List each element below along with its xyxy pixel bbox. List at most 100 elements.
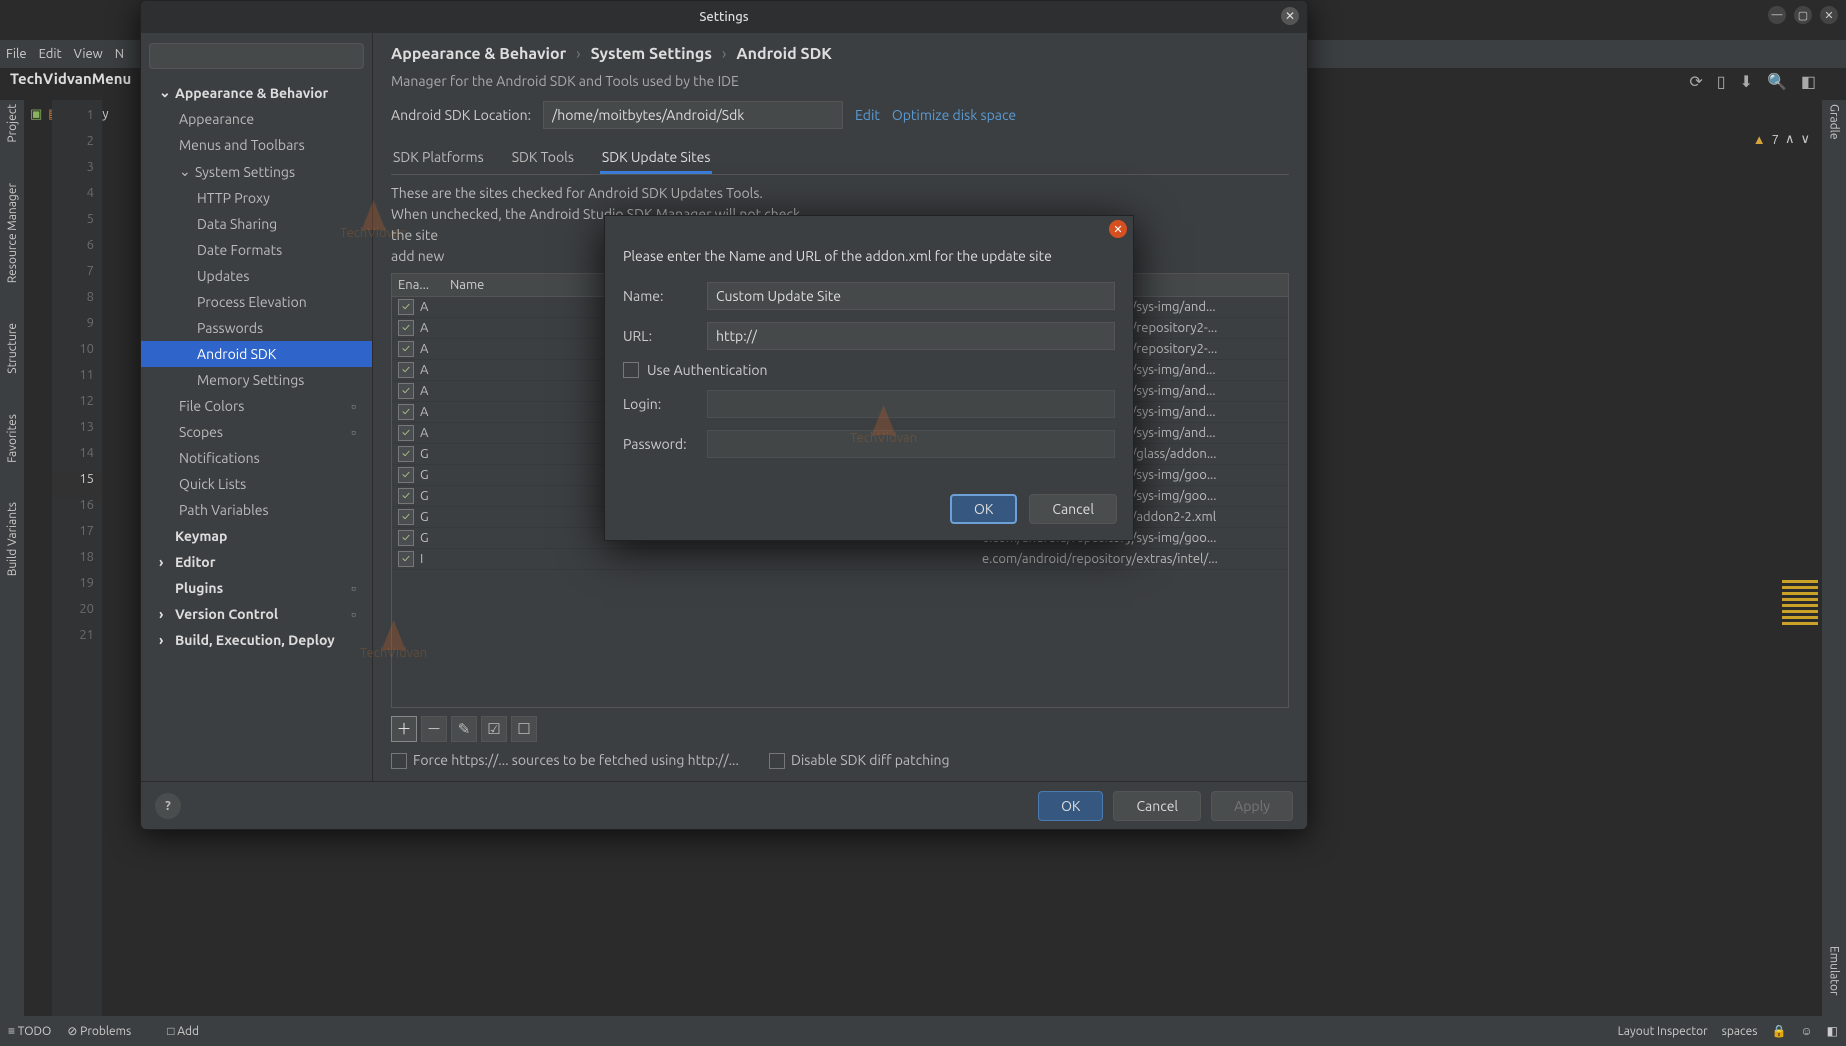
row-checkbox[interactable]: ✓ (398, 467, 414, 483)
menu-more[interactable]: N (115, 47, 124, 61)
tree-appearance-behavior[interactable]: ⌄Appearance & Behavior (141, 79, 372, 106)
chevron-up-icon[interactable]: ∧ (1785, 132, 1795, 147)
chevron-down-icon[interactable]: ∨ (1800, 132, 1810, 147)
tool-structure[interactable]: Structure (6, 323, 19, 374)
row-checkbox[interactable]: ✓ (398, 362, 414, 378)
maximize-button[interactable]: ▢ (1794, 6, 1812, 24)
tree-keymap[interactable]: Keymap (141, 523, 372, 549)
tool-favorites[interactable]: Favorites (6, 414, 19, 463)
crumb-0[interactable]: Appearance & Behavior (391, 45, 566, 63)
bell-icon[interactable]: ◧ (1827, 1024, 1838, 1038)
minimize-button[interactable]: — (1768, 6, 1786, 24)
tree-menus-toolbars[interactable]: Menus and Toolbars (141, 132, 372, 158)
tree-file-colors[interactable]: File Colors▫ (141, 393, 372, 419)
settings-tree: 🔍 ⌄Appearance & Behavior Appearance Menu… (141, 33, 373, 781)
password-input[interactable] (707, 430, 1115, 458)
tree-system-settings[interactable]: ⌄System Settings (141, 158, 372, 185)
login-label: Login: (623, 396, 697, 412)
apply-button[interactable]: Apply (1211, 791, 1293, 821)
tool-build-variants[interactable]: Build Variants (6, 502, 19, 576)
download-icon[interactable]: ⬇ (1740, 72, 1753, 91)
status-todo[interactable]: ≡ TODO (8, 1024, 51, 1038)
add-site-button[interactable]: ＋ (391, 716, 417, 742)
edit-link[interactable]: Edit (855, 107, 880, 123)
remove-site-button[interactable]: － (421, 716, 447, 742)
tree-build[interactable]: ›Build, Execution, Deploy (141, 627, 372, 653)
row-checkbox[interactable]: ✓ (398, 551, 414, 567)
row-checkbox[interactable]: ✓ (398, 530, 414, 546)
row-checkbox[interactable]: ✓ (398, 404, 414, 420)
menu-view[interactable]: View (74, 47, 103, 61)
project-scope-icon: ▫ (351, 424, 356, 440)
row-checkbox[interactable]: ✓ (398, 320, 414, 336)
row-checkbox[interactable]: ✓ (398, 488, 414, 504)
table-toolbar: ＋ － ✎ ☑ ☐ (391, 708, 1289, 742)
row-checkbox[interactable]: ✓ (398, 509, 414, 525)
tab-sdk-tools[interactable]: SDK Tools (510, 143, 576, 174)
cancel-button[interactable]: Cancel (1113, 791, 1201, 821)
device-icon[interactable]: ▯ (1717, 72, 1726, 91)
close-button[interactable]: ✕ (1820, 6, 1838, 24)
row-checkbox[interactable]: ✓ (398, 446, 414, 462)
tree-updates[interactable]: Updates (141, 263, 372, 289)
modal-ok-button[interactable]: OK (950, 494, 1017, 524)
table-row[interactable]: ✓Ie.com/android/repository/extras/intel/… (392, 549, 1288, 570)
name-input[interactable] (707, 282, 1115, 310)
palette-icon[interactable]: ◧ (1801, 72, 1816, 91)
tree-data-sharing[interactable]: Data Sharing (141, 211, 372, 237)
status-layout-inspector[interactable]: Layout Inspector (1618, 1025, 1708, 1038)
status-spaces[interactable]: spaces (1722, 1025, 1758, 1038)
editor-gutter: 123456789101112131415161718192021 (52, 100, 102, 1016)
menu-file[interactable]: File (6, 47, 27, 61)
sdk-location-input[interactable] (543, 101, 843, 129)
tool-resource-manager[interactable]: Resource Manager (6, 183, 19, 283)
tree-http-proxy[interactable]: HTTP Proxy (141, 185, 372, 211)
warning-indicator[interactable]: ▲ 7 ∧ ∨ (1753, 132, 1810, 147)
modal-close-button[interactable]: ✕ (1109, 220, 1127, 238)
tree-path-vars[interactable]: Path Variables (141, 497, 372, 523)
tree-notifications[interactable]: Notifications (141, 445, 372, 471)
row-checkbox[interactable]: ✓ (398, 383, 414, 399)
tab-sdk-platforms[interactable]: SDK Platforms (391, 143, 486, 174)
tool-gradle[interactable]: Gradle (1828, 104, 1841, 139)
select-all-button[interactable]: ☑ (481, 716, 507, 742)
help-button[interactable]: ? (155, 793, 181, 819)
tree-passwords[interactable]: Passwords (141, 315, 372, 341)
tree-date-formats[interactable]: Date Formats (141, 237, 372, 263)
lock-icon[interactable]: 🔒 (1771, 1024, 1786, 1038)
ok-button[interactable]: OK (1038, 791, 1103, 821)
th-enabled[interactable]: Ena... (392, 274, 444, 296)
search-icon[interactable]: 🔍 (1767, 72, 1787, 91)
tree-appearance[interactable]: Appearance (141, 106, 372, 132)
modal-cancel-button[interactable]: Cancel (1029, 494, 1117, 524)
tree-editor[interactable]: ›Editor (141, 549, 372, 575)
tab-sdk-update-sites[interactable]: SDK Update Sites (600, 143, 713, 174)
deselect-all-button[interactable]: ☐ (511, 716, 537, 742)
disable-diff-checkbox[interactable]: Disable SDK diff patching (769, 752, 950, 769)
row-checkbox[interactable]: ✓ (398, 425, 414, 441)
optimize-link[interactable]: Optimize disk space (892, 107, 1016, 123)
edit-site-button[interactable]: ✎ (451, 716, 477, 742)
settings-close-button[interactable]: ✕ (1281, 7, 1299, 25)
use-auth-checkbox[interactable]: Use Authentication (623, 362, 768, 378)
tree-plugins[interactable]: Plugins▫ (141, 575, 372, 601)
row-checkbox[interactable]: ✓ (398, 341, 414, 357)
force-http-checkbox[interactable]: Force https://... sources to be fetched … (391, 752, 739, 769)
status-problems[interactable]: ⊘ Problems (67, 1024, 131, 1038)
url-input[interactable] (707, 322, 1115, 350)
sync-icon[interactable]: ⟳ (1689, 72, 1702, 91)
tree-memory[interactable]: Memory Settings (141, 367, 372, 393)
face-icon[interactable]: ☺ (1800, 1024, 1812, 1038)
tree-android-sdk[interactable]: Android SDK (141, 341, 372, 367)
tree-quick-lists[interactable]: Quick Lists (141, 471, 372, 497)
tool-project[interactable]: Project (6, 104, 19, 143)
tree-scopes[interactable]: Scopes▫ (141, 419, 372, 445)
row-checkbox[interactable]: ✓ (398, 299, 414, 315)
login-input[interactable] (707, 390, 1115, 418)
tool-emulator[interactable]: Emulator (1828, 946, 1841, 996)
crumb-1[interactable]: System Settings (591, 45, 712, 63)
tree-version-control[interactable]: ›Version Control▫ (141, 601, 372, 627)
menu-edit[interactable]: Edit (39, 47, 62, 61)
tree-process-elevation[interactable]: Process Elevation (141, 289, 372, 315)
settings-search-input[interactable] (149, 43, 364, 69)
